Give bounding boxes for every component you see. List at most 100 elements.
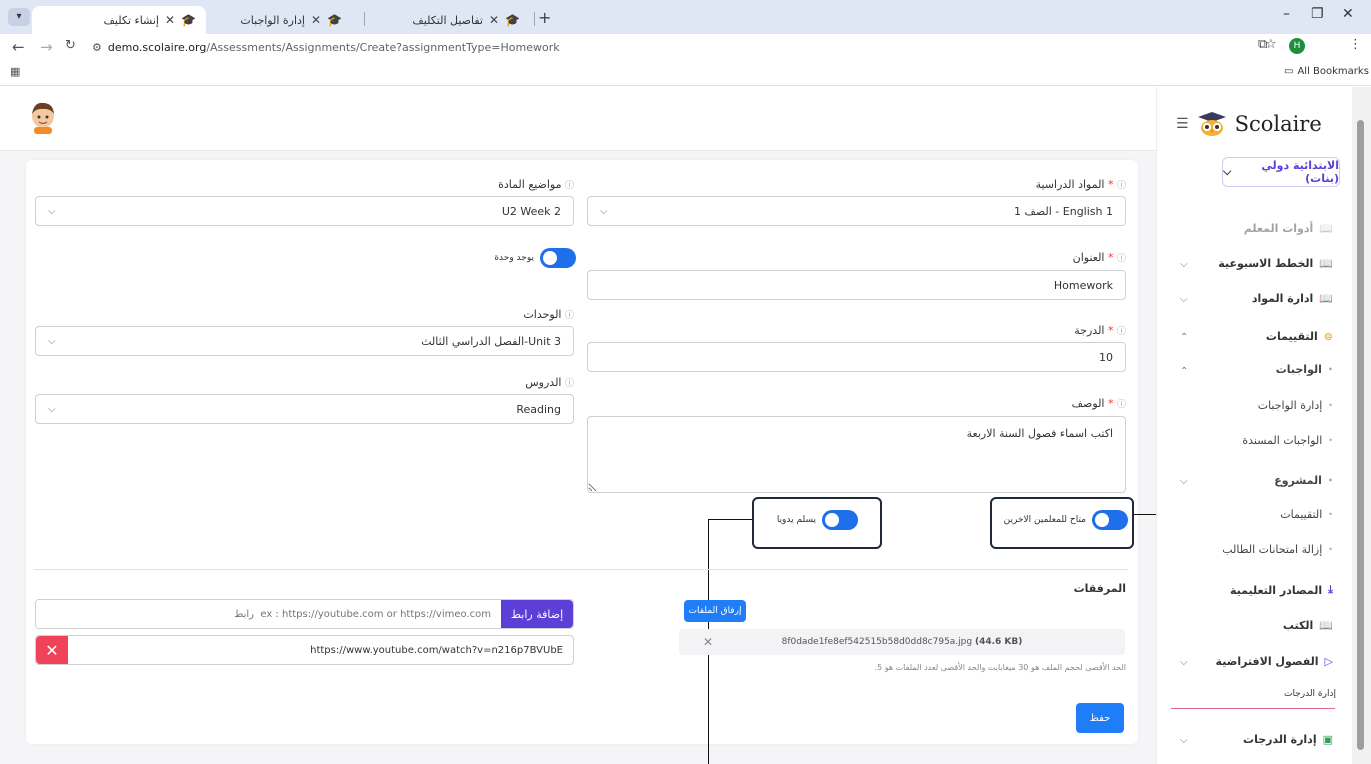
lessons-select[interactable]: Reading ⌵ [35,394,574,424]
graduation-cap-icon: 🎓 [505,13,520,27]
sidebar-item-virtual-classes[interactable]: ▷ الفصول الافتراضية [1216,655,1333,668]
title-input[interactable]: Homework [587,270,1126,300]
play-icon: ▷ [1324,655,1333,668]
folder-icon: ▭ [1284,66,1294,77]
subject-value: English 1 - الصف 1 [1013,204,1113,218]
subject-select[interactable]: English 1 - الصف 1 ⌵ [587,196,1126,226]
add-link-button[interactable]: إضافة رابط [501,600,573,628]
minimize-icon[interactable]: – [1283,6,1290,22]
has-unit-toggle[interactable] [540,248,576,268]
star-icon[interactable]: ☆ [1265,37,1277,52]
sidebar-item-assessments[interactable]: ⊜ التقييمات [1266,330,1333,343]
close-window-icon[interactable]: ✕ [1342,6,1354,22]
user-avatar[interactable] [28,100,58,134]
page-header [0,87,1156,151]
dot-icon: • [1327,365,1333,374]
sidebar-item-sub-assessments[interactable]: • التقييمات [1280,508,1333,521]
tab-create-assignment[interactable]: 🎓 ✕ إنشاء تكليف [32,6,206,34]
share-teachers-toggle[interactable] [1092,510,1128,530]
sidebar-item-homework[interactable]: • الواجبات [1276,363,1333,376]
school-name: الابتدائية دولي (بنات) [1261,159,1339,185]
grades-icon: ▣ [1322,733,1333,746]
sidebar-item-teacher-tools[interactable]: 📖 أدوات المعلم [1244,222,1333,235]
info-icon: ⓘ [1116,254,1126,264]
close-tab-icon[interactable]: ✕ [311,13,321,27]
menu-toggle-icon[interactable]: ☰ [1176,116,1189,132]
tab-separator [534,12,535,26]
new-tab-button[interactable]: + [538,8,551,27]
url-host: demo.scolaire.org [107,40,207,54]
link-item: ✕ https://www.youtube.com/watch?v=n216p7… [35,635,574,665]
units-label: ⓘ الوحدات [523,308,574,321]
restore-icon[interactable]: ❐ [1311,6,1324,22]
subject-label: ⓘ * المواد الدراسية [1035,178,1126,191]
link-input[interactable] [36,600,501,628]
chevron-up-icon: ⌃ [1180,332,1189,343]
attached-file-row: ✕ 8f0dade1fe8ef542515b58d0dd8c795a.jpg (… [679,629,1125,655]
reload-icon[interactable]: ↻ [65,38,76,53]
url-field[interactable]: ⚙ demo.scolaire.org/Assessments/Assignme… [92,37,560,57]
tab-manage-homework[interactable]: 🎓 ✕ إدارة الواجبات [212,6,352,34]
forward-icon[interactable]: → [40,38,53,56]
tooltip-underline [1171,708,1335,709]
description-label: ⓘ * الوصف [1071,397,1126,410]
dot-icon: • [1327,476,1333,485]
link-input-group: إضافة رابط [35,599,574,629]
description-textarea[interactable] [587,416,1126,493]
menu-kebab-icon[interactable]: ⋮ [1349,37,1362,52]
units-select[interactable]: Unit 3-الفصل الدراسي الثالث ⌵ [35,326,574,356]
chevron-up-icon: ⌃ [1180,366,1189,377]
chevron-down-icon: ⌵ [1180,476,1188,487]
remove-link-button[interactable]: ✕ [36,636,68,664]
close-tab-icon[interactable]: ✕ [165,13,175,27]
info-icon: ⓘ [564,379,574,389]
apps-grid-icon[interactable]: ▦ [10,65,20,78]
attach-files-button[interactable]: إرفاق الملفات [684,600,746,622]
brand-name: Scolaire [1234,112,1322,136]
close-tab-icon[interactable]: ✕ [489,13,499,27]
tab-assignment-details[interactable]: 🎓 ✕ تفاصيل التكليف [370,6,530,34]
topics-label: ⓘ مواضيع المادة [498,178,574,191]
tab-search-button[interactable]: ▾ [8,8,30,26]
file-name: 8f0dade1fe8ef542515b58d0dd8c795a.jpg [781,637,973,647]
profile-avatar[interactable]: H [1289,38,1305,54]
chevron-down-icon: ⌵ [48,403,56,415]
dot-icon: • [1328,545,1333,554]
chevron-down-icon: ⌵ [48,335,56,347]
graduation-cap-icon: 🎓 [327,13,342,27]
book-icon: 📖 [1319,619,1333,632]
chevron-down-icon: ⌵ [1223,165,1232,178]
topics-select[interactable]: U2 Week 2 ⌵ [35,196,574,226]
back-icon[interactable]: ← [12,38,25,56]
manual-submit-toggle[interactable] [822,510,858,530]
sidebar-item-assigned-homework[interactable]: • الواجبات المسندة [1242,434,1333,447]
manual-submit-label: يسلم يدويا [776,515,816,525]
site-info-icon[interactable]: ⚙ [92,41,102,54]
grade-value: 10 [1099,350,1113,364]
chevron-down-icon: ⌵ [48,205,56,217]
info-icon: ⓘ [564,181,574,191]
sidebar-item-project[interactable]: • المشروع [1274,474,1333,487]
units-value: Unit 3-الفصل الدراسي الثالث [421,334,561,348]
sidebar-item-weekly-plans[interactable]: 📖 الخطط الاسبوعية [1218,257,1333,270]
remove-file-icon[interactable]: ✕ [703,635,713,649]
sidebar-item-resources[interactable]: ⤓ المصادر التعليمية [1230,583,1333,597]
sidebar-item-manage-homework[interactable]: • إدارة الواجبات [1258,399,1333,412]
chevron-down-icon: ⌵ [1180,259,1188,270]
grade-input[interactable]: 10 [587,342,1126,372]
sidebar-item-subjects[interactable]: 📖 ادارة المواد [1252,292,1333,305]
all-bookmarks[interactable]: ▭ All Bookmarks [1284,66,1369,77]
manual-submit-row: يسلم يدويا [752,510,858,530]
file-size: (44.6 KB) [974,637,1023,647]
chevron-down-icon: ⌵ [1180,657,1188,668]
graduation-cap-icon: 🎓 [181,13,196,27]
file-limit-note: الحد الأقصى لحجم الملف هو 30 ميغابايت وا… [874,663,1126,672]
dot-icon: • [1328,510,1333,519]
sidebar-item-grades[interactable]: ▣ إدارة الدرجات [1243,733,1333,746]
school-selector[interactable]: الابتدائية دولي (بنات) ⌵ [1222,157,1340,187]
sidebar-item-books[interactable]: 📖 الكتب [1283,619,1333,632]
scrollbar-thumb[interactable] [1357,120,1364,750]
save-button[interactable]: حفظ [1076,703,1124,733]
sidebar-item-remove-exams[interactable]: • إزالة امتحانات الطالب [1222,543,1333,556]
bookmarks-bar [0,60,1371,86]
